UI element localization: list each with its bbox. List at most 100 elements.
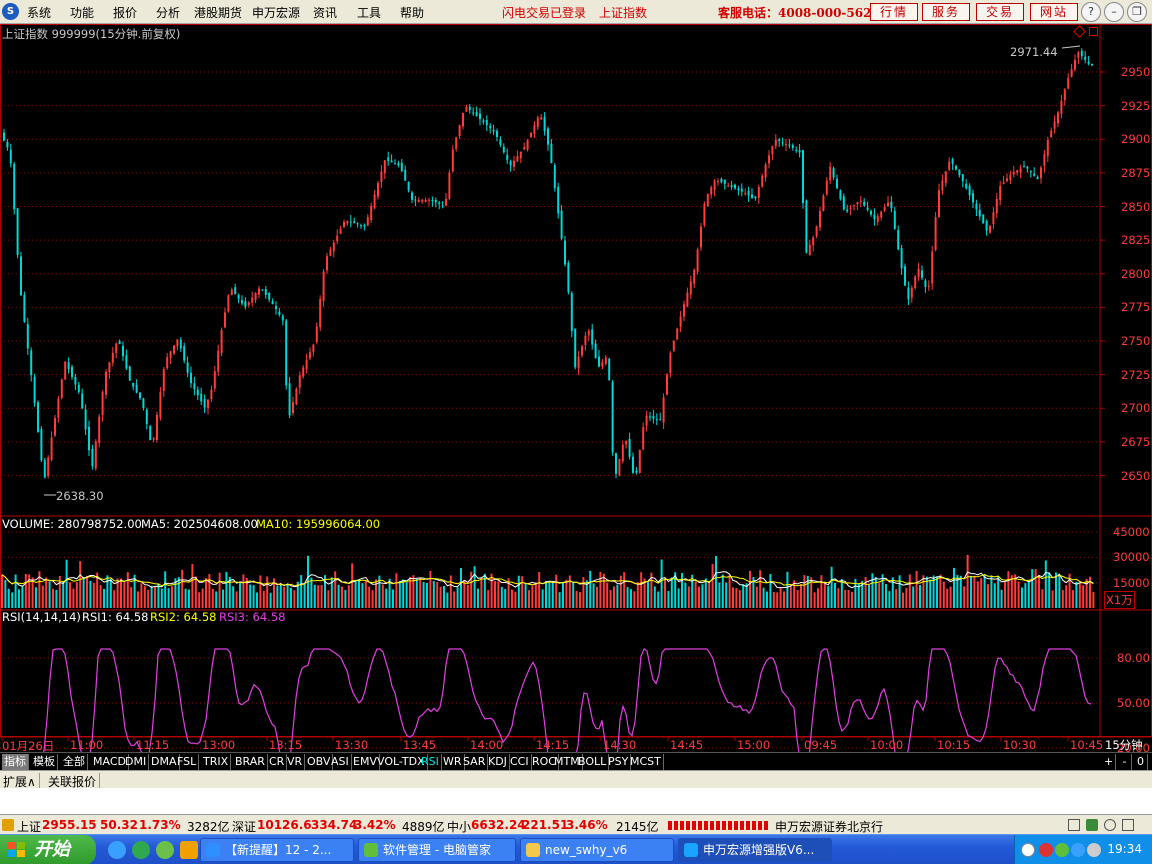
volume-bar (1014, 574, 1017, 608)
volume-bar (762, 587, 765, 608)
volume-bar (21, 585, 24, 608)
candle-body (819, 210, 821, 228)
lock-icon[interactable] (2, 819, 14, 831)
browser2-icon[interactable] (156, 841, 174, 859)
service-button[interactable]: 服务 (922, 3, 970, 21)
tab-cci[interactable]: CCI (508, 754, 532, 770)
volume-bar (874, 576, 877, 608)
candle-body (217, 350, 220, 372)
candle-body (635, 470, 638, 473)
candle-body (584, 335, 587, 346)
tab-boll[interactable]: BOLL (576, 754, 610, 770)
menu-hk-futures[interactable]: 港股期货 (194, 4, 242, 21)
speaker-icon[interactable] (1104, 819, 1116, 831)
network-icon[interactable] (1086, 819, 1098, 831)
menu-analysis[interactable]: 分析 (156, 4, 180, 21)
candle-body (890, 201, 893, 209)
chart-canvas[interactable] (0, 24, 1152, 752)
tab-指标[interactable]: 指标 (2, 754, 29, 770)
menu-swhy[interactable]: 申万宏源 (252, 4, 300, 21)
quicklaunch-icon[interactable] (180, 841, 198, 859)
flash-trade-notice[interactable]: 闪电交易已登录 (502, 4, 586, 21)
candle-body (397, 163, 400, 166)
volume-bar (320, 585, 323, 608)
trade-button[interactable]: 交易 (976, 3, 1024, 21)
restore-icon[interactable]: ❐ (1127, 2, 1147, 22)
candle-body (88, 426, 90, 451)
candle-body (700, 226, 702, 248)
volume-bar (368, 586, 371, 608)
help-icon[interactable]: ? (1081, 2, 1101, 22)
volume-bar (776, 592, 779, 608)
menu-tools[interactable]: 工具 (357, 4, 381, 21)
tray-manager-icon[interactable] (1055, 843, 1069, 857)
time-tick-label: 15:00 (737, 738, 771, 752)
tray-security-icon[interactable] (1039, 843, 1053, 857)
candle-body (502, 146, 505, 153)
candle-body (98, 416, 101, 443)
tab-全部[interactable]: 全部 (61, 754, 88, 770)
volume-bar (147, 589, 150, 608)
tab-mcst[interactable]: MCST (628, 754, 664, 770)
tray-expand-icon[interactable] (1021, 843, 1035, 857)
sz-name[interactable]: 深证 (232, 818, 256, 835)
window-icon[interactable] (1089, 27, 1098, 36)
candle-body (305, 359, 308, 370)
menu-info[interactable]: 资讯 (313, 4, 337, 21)
tab-brar[interactable]: BRAR (233, 754, 268, 770)
tray-shield-icon[interactable] (1071, 843, 1085, 857)
website-button[interactable]: 网站 (1030, 3, 1078, 21)
menu-function[interactable]: 功能 (70, 4, 94, 21)
menu-help[interactable]: 帮助 (400, 4, 424, 21)
volume-bar (262, 590, 265, 608)
tab-control-1[interactable]: - (1118, 754, 1132, 770)
tab-trix[interactable]: TRIX (201, 754, 232, 770)
candle-body (1040, 167, 1042, 179)
tab-kdj[interactable]: KDJ (486, 754, 510, 770)
tab-control-2[interactable]: 0 (1134, 754, 1148, 770)
sh-name[interactable]: 上证 (17, 818, 41, 835)
zx-name[interactable]: 中小 (447, 818, 471, 835)
box-icon[interactable] (1068, 819, 1080, 831)
tab-control-0[interactable]: + (1102, 754, 1116, 770)
chart-area[interactable]: 上证指数 999999(15分钟.前复权) 2971.44 2638.30 VO… (0, 24, 1152, 755)
minimize-icon[interactable]: – (1104, 2, 1124, 22)
task-reminder[interactable]: 【新提醒】12 - 2... (200, 838, 354, 862)
tab-dmi[interactable]: DMI (123, 754, 150, 770)
candle-body (513, 160, 515, 167)
candle-body (978, 209, 981, 217)
volume-bar (885, 583, 887, 608)
menu-system[interactable]: 系统 (27, 4, 51, 21)
tray-volume-icon[interactable] (1087, 843, 1101, 857)
settings-icon[interactable] (1122, 819, 1134, 831)
tab-vr[interactable]: VR (285, 754, 306, 770)
candle-body (1029, 170, 1032, 173)
volume-bar (840, 578, 843, 608)
browser-icon[interactable] (132, 841, 150, 859)
tab-rsi[interactable]: RSI (419, 754, 442, 770)
task-software-manager[interactable]: 软件管理 - 电脑管家 (358, 838, 516, 862)
start-button[interactable]: 开始 (0, 835, 96, 864)
task-folder[interactable]: new_swhy_v6 (520, 838, 674, 862)
ie-icon[interactable] (108, 841, 126, 859)
candle-body (458, 125, 461, 137)
volume-bar (881, 574, 884, 608)
tab-asi[interactable]: ASI (329, 754, 352, 770)
candle-body (159, 392, 162, 418)
index-notice[interactable]: 上证指数 (599, 4, 647, 21)
app-logo-icon[interactable]: S (2, 3, 19, 20)
volume-bar (514, 591, 517, 608)
volume-bar (1061, 590, 1064, 608)
volume-bar (269, 592, 272, 608)
period-label[interactable]: 15分钟 (1105, 737, 1143, 753)
candle-body (1050, 130, 1053, 138)
candle-body (679, 316, 682, 327)
tab-sar[interactable]: SAR (461, 754, 489, 770)
tab-fsl[interactable]: FSL (175, 754, 200, 770)
volume-label: VOLUME: 280798752.00 (2, 517, 142, 531)
menu-quote[interactable]: 报价 (113, 4, 137, 21)
task-swhy[interactable]: 申万宏源增强版V6... (678, 838, 832, 862)
quote-button[interactable]: 行情 (870, 3, 918, 21)
tab-模板[interactable]: 模板 (31, 754, 58, 770)
volume-bar (446, 592, 449, 608)
